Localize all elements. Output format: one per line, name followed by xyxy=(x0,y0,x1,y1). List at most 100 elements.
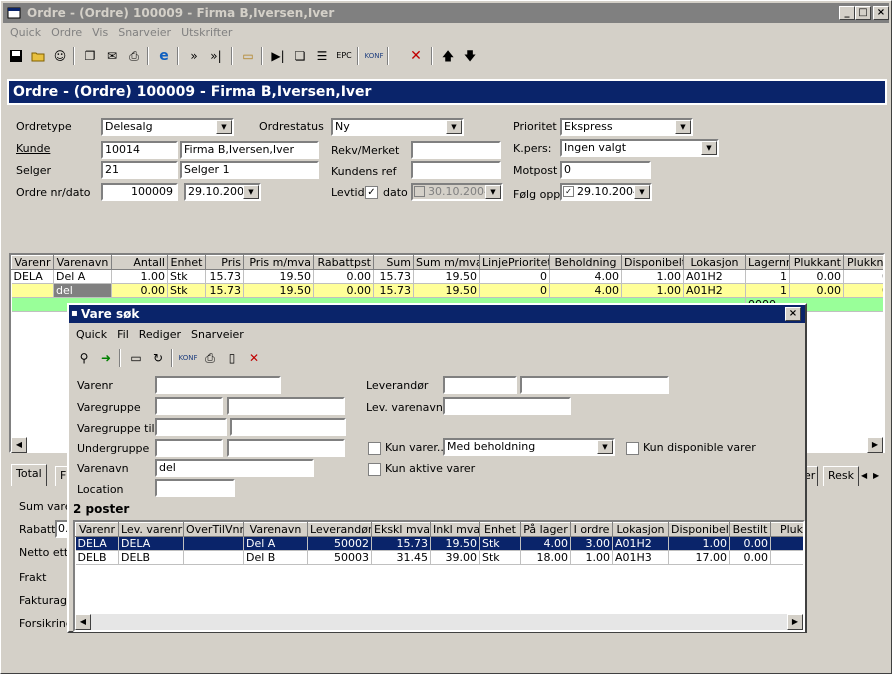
tab-scroll-left-icon[interactable]: ◀ xyxy=(861,468,873,484)
cell[interactable]: 17.00 xyxy=(668,550,730,565)
menu-snarveier[interactable]: Snarveier xyxy=(113,23,176,43)
cell[interactable]: Del A xyxy=(53,269,112,284)
cell[interactable]: Stk xyxy=(479,536,521,551)
cell[interactable]: DELA xyxy=(11,269,54,284)
leverandor-navn-input[interactable] xyxy=(520,376,669,394)
tab-resk[interactable]: Resk xyxy=(823,466,860,486)
varegruppe-input[interactable] xyxy=(155,397,223,415)
menu-ordre[interactable]: Ordre xyxy=(46,23,87,43)
cell[interactable]: 1.00 xyxy=(570,550,613,565)
arrow-down-icon[interactable]: 🡇 xyxy=(459,45,481,67)
dialog-menu-fil[interactable]: Fil xyxy=(112,325,134,345)
cell[interactable]: 1.00 xyxy=(111,269,168,284)
col-header[interactable]: Varenavn xyxy=(53,255,112,270)
col-header[interactable]: LinjePrioritet xyxy=(479,255,550,270)
cell[interactable]: DELA xyxy=(75,536,119,551)
kunde-nr-input[interactable]: 10014 xyxy=(101,141,178,159)
col-header[interactable]: Pris m/mva xyxy=(243,255,314,270)
ordretype-select[interactable]: Delesalg ▼ xyxy=(101,118,234,136)
cell[interactable]: 19.50 xyxy=(430,536,480,551)
cell[interactable]: Stk xyxy=(479,550,521,565)
col-header[interactable]: Lokasjon xyxy=(683,255,746,270)
chevron-down-icon[interactable]: ▼ xyxy=(216,120,232,134)
kun-disponible-checkbox[interactable] xyxy=(626,442,639,455)
cell[interactable]: 3.00 xyxy=(570,536,613,551)
levtid-checkbox[interactable]: ✓ xyxy=(365,186,378,199)
envelope-icon[interactable]: ✉ xyxy=(101,45,123,67)
table-row[interactable]: DELB DELB Del B 50003 31.45 39.00 Stk 18… xyxy=(75,550,803,565)
kpers-select[interactable]: Ingen valgt ▼ xyxy=(560,139,719,157)
delete-icon[interactable]: ✕ xyxy=(243,347,265,369)
col-header[interactable]: Lokasjon xyxy=(612,522,669,537)
col-header[interactable]: Bestilt xyxy=(729,522,771,537)
dialog-close-button[interactable]: × xyxy=(785,307,801,321)
motpost-input[interactable]: 0 xyxy=(560,161,651,179)
print-icon[interactable]: ⎙ xyxy=(199,347,221,369)
cell[interactable]: A01H2 xyxy=(612,536,669,551)
cell[interactable]: 4.00 xyxy=(549,269,622,284)
kundens-ref-input[interactable] xyxy=(411,161,501,179)
cell[interactable] xyxy=(183,536,244,551)
dialog-menu-snarveier[interactable]: Snarveier xyxy=(186,325,249,345)
col-header[interactable]: Varenr xyxy=(75,522,119,537)
cell[interactable]: 15.73 xyxy=(371,536,431,551)
cell[interactable]: 0.00 xyxy=(729,536,771,551)
ordrenr-input[interactable]: 100009 xyxy=(101,183,178,201)
cell[interactable]: 39.00 xyxy=(430,550,480,565)
cell[interactable]: 1.00 xyxy=(621,283,684,298)
ordredato-picker[interactable]: 29.10.2004 ▼ xyxy=(184,183,261,201)
cell[interactable]: 0 xyxy=(843,269,883,284)
col-header[interactable]: Plukkant xyxy=(789,255,844,270)
cell[interactable]: 1.00 xyxy=(668,536,730,551)
levtid-dato-picker[interactable]: 30.10.2004 ▼ xyxy=(411,183,503,201)
skip-forward-icon[interactable]: »| xyxy=(205,45,227,67)
levtid-dato-checkbox[interactable] xyxy=(414,186,425,197)
col-header[interactable]: OverTilVnr xyxy=(183,522,244,537)
col-header[interactable]: Leverandør xyxy=(307,522,372,537)
chevron-down-icon[interactable]: ▼ xyxy=(446,120,462,134)
table-row[interactable]: del 0.00 Stk 15.73 19.50 0.00 15.73 19.5… xyxy=(11,283,883,298)
col-header[interactable]: I ordre xyxy=(570,522,613,537)
cell[interactable]: DELA xyxy=(118,536,184,551)
col-header[interactable]: Lagernr xyxy=(745,255,790,270)
cell[interactable]: 0.00 xyxy=(313,269,374,284)
tab-total[interactable]: Total xyxy=(11,464,47,486)
menu-vis[interactable]: Vis xyxy=(87,23,113,43)
col-header[interactable]: Beholdning xyxy=(549,255,622,270)
cell[interactable]: 0.00 xyxy=(111,283,168,298)
col-header[interactable]: Inkl mva xyxy=(430,522,480,537)
arrow-up-icon[interactable]: 🡅 xyxy=(437,45,459,67)
maximize-button[interactable]: □ xyxy=(855,6,871,20)
dialog-menu-quick[interactable]: Quick xyxy=(71,325,112,345)
col-header[interactable]: Plukl xyxy=(770,522,803,537)
open-folder-icon[interactable] xyxy=(27,45,49,67)
kun-aktive-checkbox[interactable] xyxy=(368,463,381,476)
fast-forward-icon[interactable]: » xyxy=(183,45,205,67)
ordrestatus-select[interactable]: Ny ▼ xyxy=(331,118,464,136)
undergruppe-input[interactable] xyxy=(155,439,223,457)
results-hscrollbar[interactable] xyxy=(75,614,803,630)
copy-doc-icon[interactable]: ❐ xyxy=(79,45,101,67)
save-icon[interactable] xyxy=(5,45,27,67)
kunde-navn-input[interactable]: Firma B,Iversen,Iver xyxy=(180,141,319,159)
selger-navn-input[interactable]: Selger 1 xyxy=(180,161,319,179)
varegruppe-til-input[interactable] xyxy=(155,418,227,436)
cell[interactable]: DELB xyxy=(118,550,184,565)
prioritet-select[interactable]: Ekspress ▼ xyxy=(560,118,693,136)
col-header[interactable]: Rabattpst xyxy=(313,255,374,270)
cell[interactable] xyxy=(183,550,244,565)
table-row-selected[interactable]: DELA DELA Del A 50002 15.73 19.50 Stk 4.… xyxy=(75,536,803,551)
last-record-icon[interactable]: ▶| xyxy=(267,45,289,67)
undergruppe-navn-input[interactable] xyxy=(227,439,345,457)
cell[interactable]: 0.00 xyxy=(729,550,771,565)
konf-icon[interactable]: KONF xyxy=(363,45,385,67)
dialog-menu-rediger[interactable]: Rediger xyxy=(134,325,186,345)
konf-icon[interactable]: KONF xyxy=(177,347,199,369)
chevron-down-icon[interactable]: ▼ xyxy=(634,185,650,199)
col-header[interactable]: Varenr xyxy=(11,255,54,270)
col-header[interactable]: Pris xyxy=(205,255,244,270)
col-header[interactable]: Enhet xyxy=(167,255,206,270)
col-header[interactable]: Lev. varenr xyxy=(118,522,184,537)
cell[interactable]: 1 xyxy=(745,269,790,284)
varegruppe-til-navn-input[interactable] xyxy=(230,418,346,436)
